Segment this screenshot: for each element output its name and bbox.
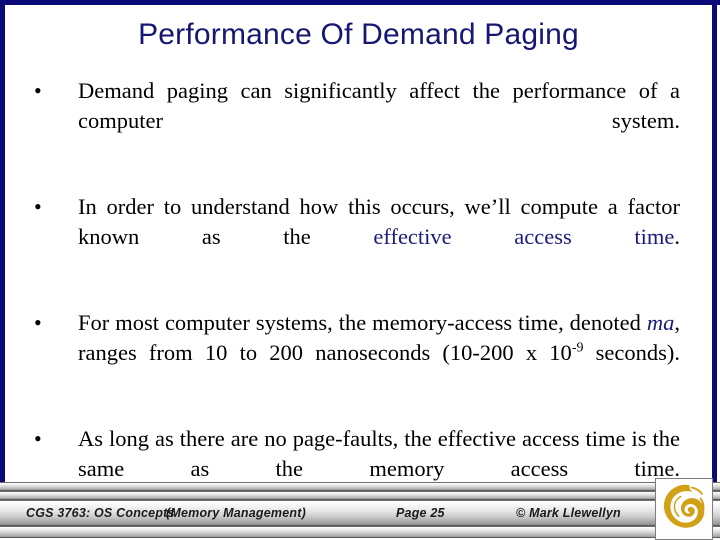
bullet-text-2: In order to understand how this occurs, … [78, 194, 680, 249]
ucf-pegasus-logo [655, 478, 713, 540]
exponent: -9 [571, 340, 584, 356]
footer-strip-top [0, 482, 720, 491]
page-title: Performance Of Demand Paging [138, 18, 579, 51]
list-item: • In order to understand how this occurs… [0, 192, 720, 282]
footer-copyright: © Mark Llewellyn [516, 506, 621, 520]
bullet-marker-icon: • [34, 426, 42, 451]
footer-strip-second [0, 491, 720, 500]
bullet-marker-icon: • [34, 78, 42, 103]
effective-access-time-term: effective access time [373, 224, 675, 249]
footer-page-number: Page 25 [396, 506, 445, 520]
bullet-marker-icon: • [34, 194, 42, 219]
ma-variable: ma [646, 310, 675, 335]
bullet-list: • Demand paging can significantly affect… [0, 76, 720, 514]
list-item: • For most computer systems, the memory-… [0, 308, 720, 398]
footer-strip-bottom [0, 526, 720, 538]
bullet-text-1: Demand paging can significantly affect t… [78, 78, 680, 133]
footer-course-label: CGS 3763: OS Concepts [26, 506, 175, 520]
list-item: • Demand paging can significantly affect… [0, 76, 720, 166]
slide: Performance Of Demand Paging • Demand pa… [0, 0, 720, 540]
slide-border-top [0, 0, 720, 5]
slide-footer: CGS 3763: OS Concepts (Memory Management… [0, 482, 720, 540]
bullet-marker-icon: • [34, 310, 42, 335]
footer-topic-label: (Memory Management) [166, 506, 306, 520]
bullet-text-3: For most computer systems, the memory-ac… [78, 310, 680, 365]
